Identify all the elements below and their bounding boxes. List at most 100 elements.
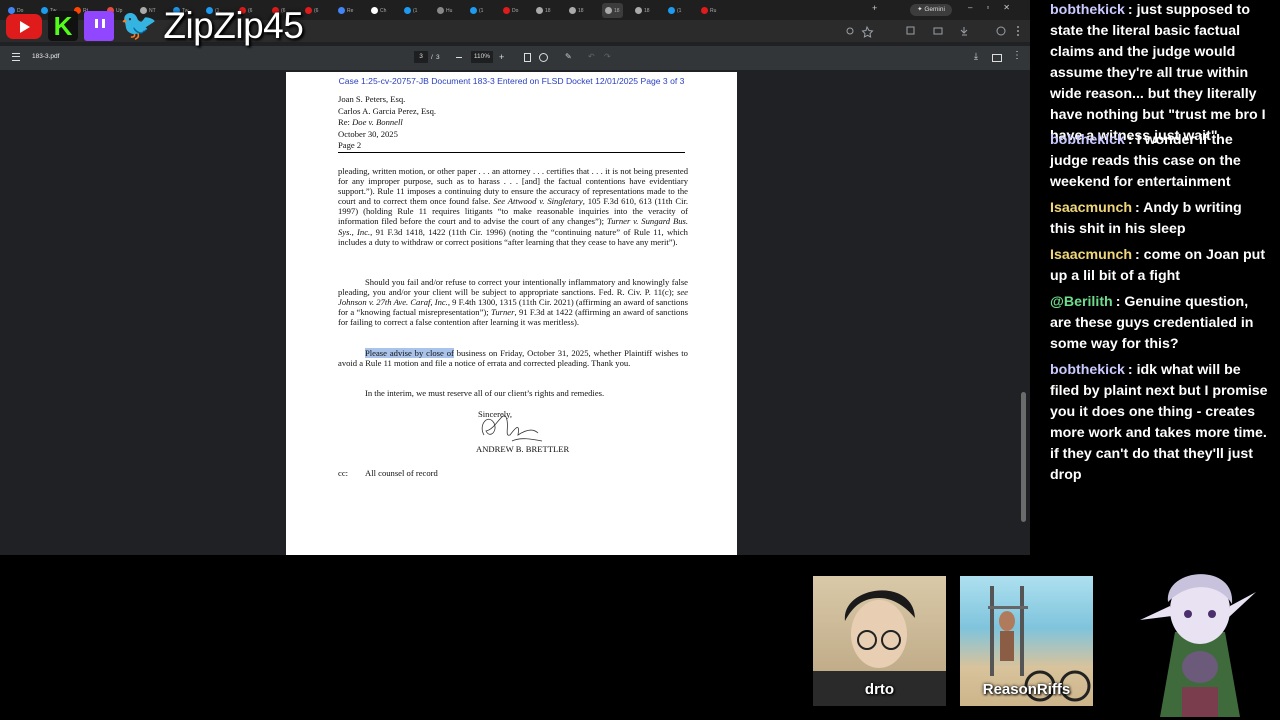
chat-message: Isaacmunch: come on Joan put up a lil bi… [1050,245,1270,287]
pdf-filename: 183-3.pdf [32,53,60,60]
tab-favicon-icon [635,7,642,14]
download-icon [960,27,968,36]
print-icon[interactable] [992,54,1002,62]
page-total: 3 [436,54,440,61]
page-label: Page 2 [338,140,362,150]
letter-address-block: Joan S. Peters, Esq. Carlos A. Garcia Pe… [338,94,436,152]
browser-tab[interactable]: (1 [470,3,483,18]
browser-tab[interactable]: Ch [371,3,386,18]
browser-window: DoTwRtUpNTTw(1(6(6(6ReCh(1Hu(1Do18181818… [0,0,1030,555]
addressee-2: Carlos A. Garcia Perez, Esq. [338,105,437,116]
tab-label: 18 [545,7,551,14]
twitch-icon [84,11,114,41]
zoom-input[interactable]: 110% [471,51,493,63]
chat-username: bobthekick [1050,132,1125,148]
new-tab-button[interactable]: + [872,3,877,13]
chat-username: Isaacmunch [1050,200,1133,216]
webcam-reasonriffs: ReasonRiffs [960,576,1093,706]
tab-label: (1 [677,7,682,14]
chat-username: bobthekick [1050,362,1125,378]
pdf-page: Case 1:25-cv-20757-JB Document 183-3 Ent… [286,72,737,555]
tab-favicon-icon [371,7,378,14]
more-options-icon[interactable]: ⋮ [1012,50,1022,61]
tab-label: (1 [479,7,484,14]
bookmark-star-icon [861,25,874,38]
docket-header: Case 1:25-cv-20757-JB Document 183-3 Ent… [338,76,685,86]
browser-tab[interactable]: (1 [404,3,417,18]
tab-label: (1 [413,7,418,14]
browser-tab[interactable]: Do [503,3,518,18]
rotate-icon[interactable] [539,53,548,62]
signer-name: ANDREW B. BRETTLER [476,444,570,454]
profile-icon [996,26,1006,36]
menu-icon[interactable] [12,53,20,61]
webcam-drto: drto [813,576,946,706]
tab-label: Hu [446,7,453,14]
paragraph-2: Should you fail and/or refuse to correct… [338,277,688,328]
browser-tab[interactable]: 18 [569,3,584,18]
signature-image [481,415,543,442]
chat-message: bobthekick: idk what will be filed by pl… [1050,360,1270,486]
paragraph-4: In the interim, we must reserve all of o… [365,388,605,398]
scrollbar[interactable] [1021,72,1027,552]
search-icon [846,27,854,35]
tab-favicon-icon [536,7,543,14]
chat-username: Isaacmunch [1050,247,1133,263]
zoom-out-button[interactable] [456,57,462,58]
tab-label: 18 [644,7,650,14]
addressee-1: Joan S. Peters, Esq. [338,94,406,104]
scrollbar-thumb[interactable] [1021,392,1026,522]
paragraph-1: pleading, written motion, or other paper… [338,166,688,247]
paragraph-3: Please advise by close of business on Fr… [338,348,688,369]
twitter-bird-icon: 🐦 [120,9,158,42]
page-number-input[interactable]: 3 [414,51,428,63]
chat-text: : just supposed to state the literal bas… [1050,2,1266,144]
download-pdf-icon[interactable]: ⤓ [974,51,978,62]
chat-username: @Berilith [1050,294,1113,310]
window-controls[interactable]: –▫✕ [968,3,1024,12]
chat-text: : idk what will be filed by plaint next … [1050,362,1268,483]
elf-mascot-avatar [1140,574,1256,717]
tab-favicon-icon [305,7,312,14]
browser-tab[interactable]: Ru [701,3,716,18]
browser-tab[interactable]: 18 [536,3,551,18]
tab-label: (6 [314,7,319,14]
gemini-button[interactable]: ✦ Gemini [910,4,952,16]
header-rule [338,152,685,153]
browser-tab[interactable]: 18 [635,3,650,18]
browser-tab[interactable]: Re [338,3,353,18]
letter-date: October 30, 2025 [338,128,398,139]
tab-label: 18 [578,7,584,14]
tab-favicon-icon [569,7,576,14]
chat-message: Isaacmunch: Andy b writing this shit in … [1050,198,1270,240]
tab-favicon-icon [668,7,675,14]
cc-label: cc: [338,468,349,478]
browser-tab[interactable]: (1 [668,3,681,18]
browser-tab[interactable]: 18 [602,3,623,18]
re-line: Re: Doe v. Bonnell [338,117,403,127]
chat-message: bobthekick: I wonder if the judge reads … [1050,130,1270,193]
menu-icon-mid [12,56,20,57]
annotate-icon[interactable]: ✎ [565,52,572,61]
chat-message: @Berilith: Genuine question, are these g… [1050,292,1270,355]
browser-tab[interactable]: Hu [437,3,452,18]
cam-name-reasonriffs: ReasonRiffs [982,681,1071,698]
selected-text[interactable]: Please advise by close of [365,348,454,358]
fit-page-icon[interactable] [524,53,531,62]
chat-panel: bobthekick: just supposed to state the l… [1040,0,1280,555]
tab-label: 18 [614,7,620,14]
redo-icon[interactable]: ↷ [604,52,611,61]
cam-name-drto: drto [864,681,895,698]
tab-favicon-icon [338,7,345,14]
tab-favicon-icon [503,7,510,14]
chat-message: bobthekick: just supposed to state the l… [1050,0,1270,147]
pdf-toolbar: 183-3.pdf 3 / 3 110% + ✎ ↶ ↷ ⤓ ⋮ [0,46,1030,70]
browser-tab[interactable]: (6 [305,3,318,18]
youtube-icon [6,13,42,39]
tab-favicon-icon [605,7,612,14]
kick-icon: K [48,11,78,41]
tab-favicon-icon [404,7,411,14]
zoom-in-button[interactable]: + [499,52,504,62]
tab-label: Do [512,7,519,14]
undo-icon[interactable]: ↶ [588,52,595,61]
